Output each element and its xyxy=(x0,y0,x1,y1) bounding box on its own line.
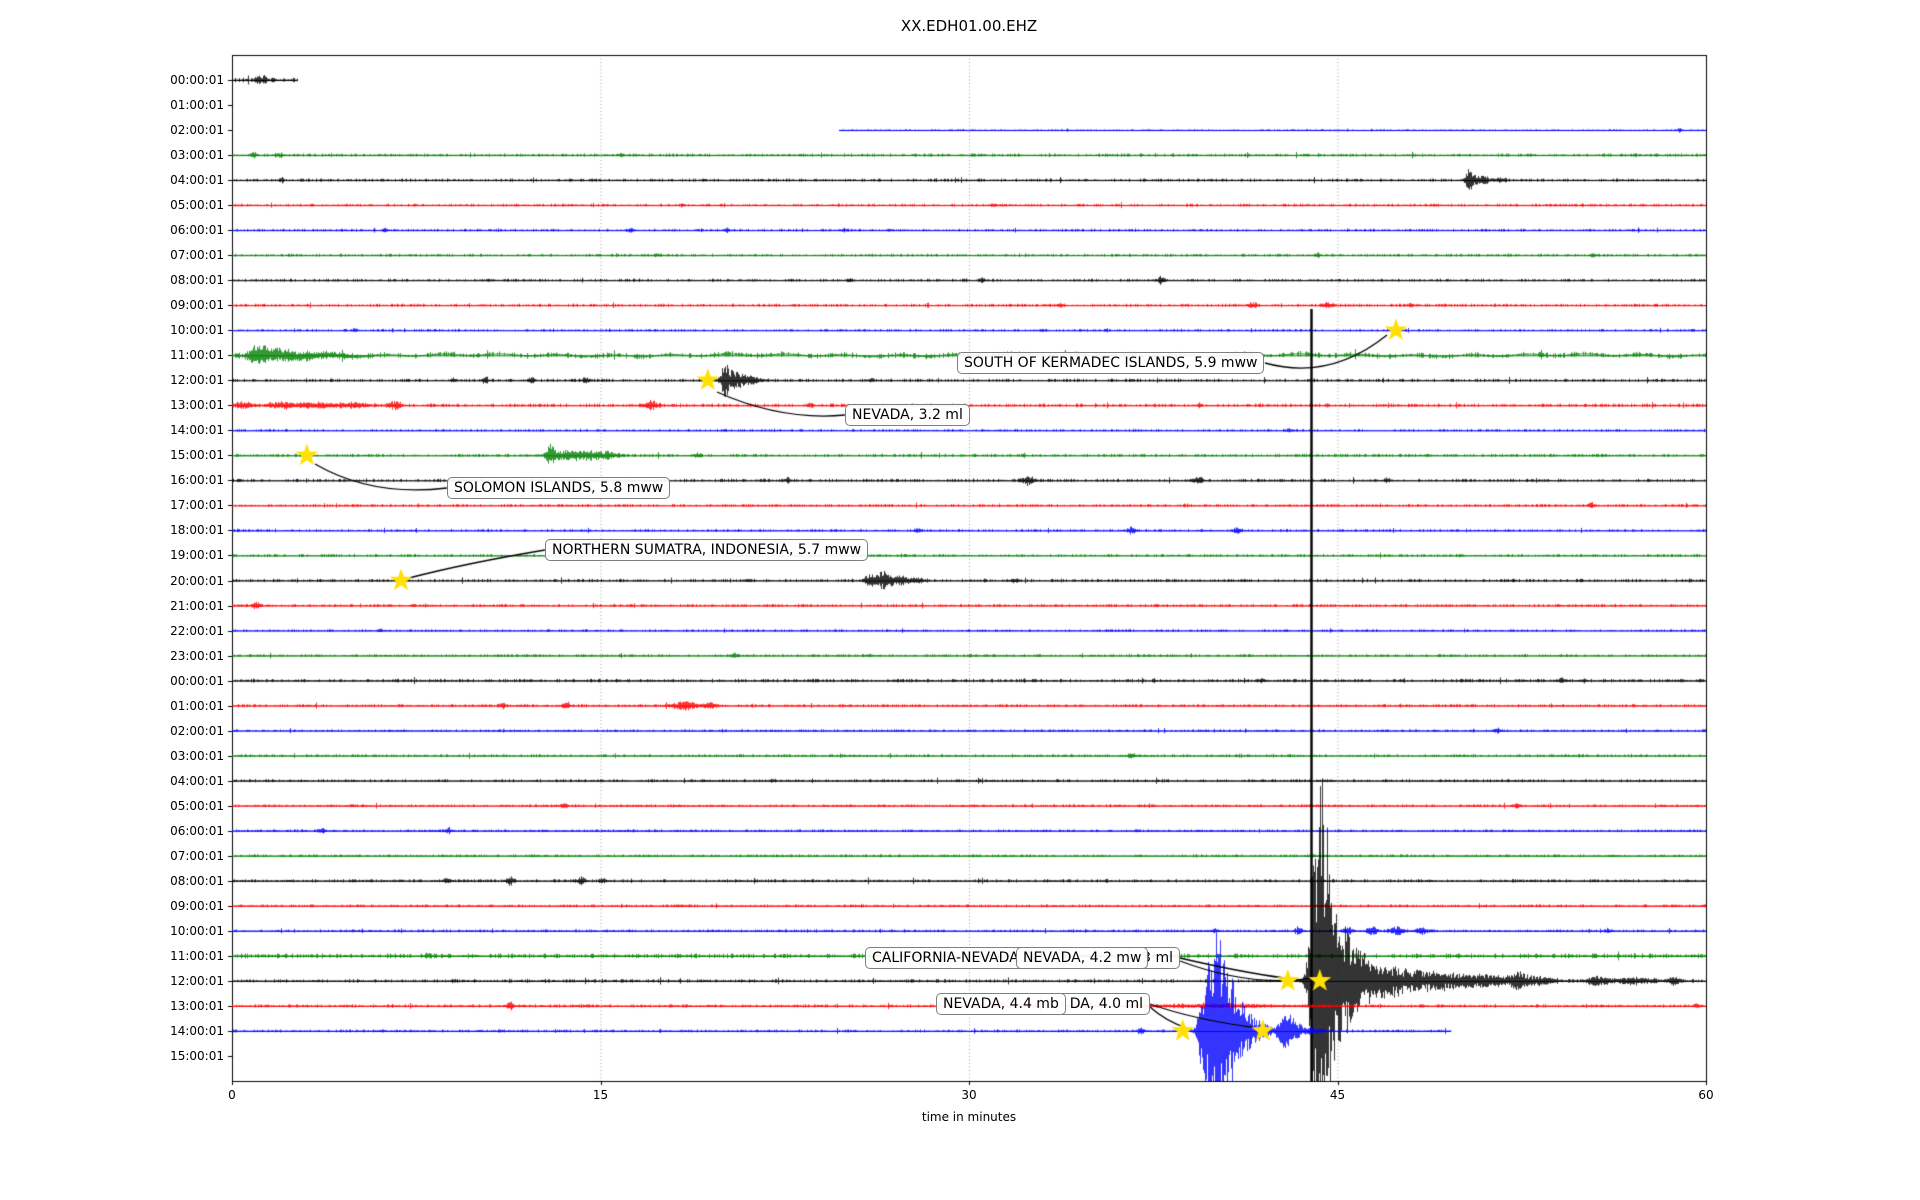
row-time-label: 01:00:01 xyxy=(170,698,224,713)
annotation-box-nevada-4-4-and-4-0: NEVADA, 4.4 mb xyxy=(936,993,1066,1015)
row-time-label: 01:00:01 xyxy=(170,98,224,113)
row-time-label: 04:00:01 xyxy=(170,773,224,788)
page-title: XX.EDH01.00.EHZ xyxy=(900,17,1038,35)
x-tick-label: 15 xyxy=(592,1088,609,1102)
row-time-label: 14:00:01 xyxy=(170,423,224,438)
row-time-label: 15:00:01 xyxy=(170,1048,224,1063)
row-time-label: 06:00:01 xyxy=(170,823,224,838)
row-time-label: 19:00:01 xyxy=(170,548,224,563)
row-time-label: 05:00:01 xyxy=(170,198,224,213)
row-time-label: 02:00:01 xyxy=(170,123,224,138)
row-time-label: 18:00:01 xyxy=(170,523,224,538)
row-time-label: 00:00:01 xyxy=(170,73,224,88)
annotation-box-solomon-islands: SOLOMON ISLANDS, 5.8 mww xyxy=(447,477,671,499)
row-time-label: 08:00:01 xyxy=(170,873,224,888)
row-time-label: 03:00:01 xyxy=(170,148,224,163)
row-time-label: 03:00:01 xyxy=(170,748,224,763)
x-axis-label: time in minutes xyxy=(921,1110,1017,1124)
row-time-label: 05:00:01 xyxy=(170,798,224,813)
annotation-box-california-nevada-border: NEVADA, 4.2 mw xyxy=(1016,947,1149,969)
row-time-label: 02:00:01 xyxy=(170,723,224,738)
row-time-label: 15:00:01 xyxy=(170,448,224,463)
row-time-label: 06:00:01 xyxy=(170,223,224,238)
row-time-label: 16:00:01 xyxy=(170,473,224,488)
row-time-label: 07:00:01 xyxy=(170,848,224,863)
x-tick-label: 30 xyxy=(961,1088,977,1102)
row-time-label: 08:00:01 xyxy=(170,273,224,288)
row-time-label: 13:00:01 xyxy=(170,998,224,1013)
seismogram-traces-canvas xyxy=(0,0,1920,1200)
row-time-label: 12:00:01 xyxy=(170,373,224,388)
row-time-label: 13:00:01 xyxy=(170,398,224,413)
x-tick-label: 45 xyxy=(1329,1088,1346,1102)
row-time-label: 07:00:01 xyxy=(170,248,224,263)
row-time-label: 23:00:01 xyxy=(170,648,224,663)
row-time-label: 09:00:01 xyxy=(170,298,224,313)
row-time-label: 14:00:01 xyxy=(170,1023,224,1038)
row-time-label: 20:00:01 xyxy=(170,573,224,588)
row-time-label: 10:00:01 xyxy=(170,323,224,338)
x-tick-label: 60 xyxy=(1698,1088,1714,1102)
row-time-label: 11:00:01 xyxy=(170,348,224,363)
annotation-box-nevada-3-2: NEVADA, 3.2 ml xyxy=(845,404,970,426)
row-time-label: 12:00:01 xyxy=(170,973,224,988)
annotation-box-northern-sumatra-indonesia: NORTHERN SUMATRA, INDONESIA, 5.7 mww xyxy=(545,539,869,561)
row-time-label: 17:00:01 xyxy=(170,498,224,513)
row-time-label: 11:00:01 xyxy=(170,948,224,963)
x-tick-label: 0 xyxy=(228,1088,236,1102)
seismogram-dayplot-figure: XX.EDH01.00.EHZ time in minutes 00:00:01… xyxy=(0,0,1920,1200)
row-time-label: 21:00:01 xyxy=(170,598,224,613)
annotation-box-south-of-kermadec-islands: SOUTH OF KERMADEC ISLANDS, 5.9 mww xyxy=(957,352,1265,374)
row-time-label: 09:00:01 xyxy=(170,898,224,913)
row-time-label: 22:00:01 xyxy=(170,623,224,638)
row-time-label: 00:00:01 xyxy=(170,673,224,688)
row-time-label: 04:00:01 xyxy=(170,173,224,188)
row-time-label: 10:00:01 xyxy=(170,923,224,938)
